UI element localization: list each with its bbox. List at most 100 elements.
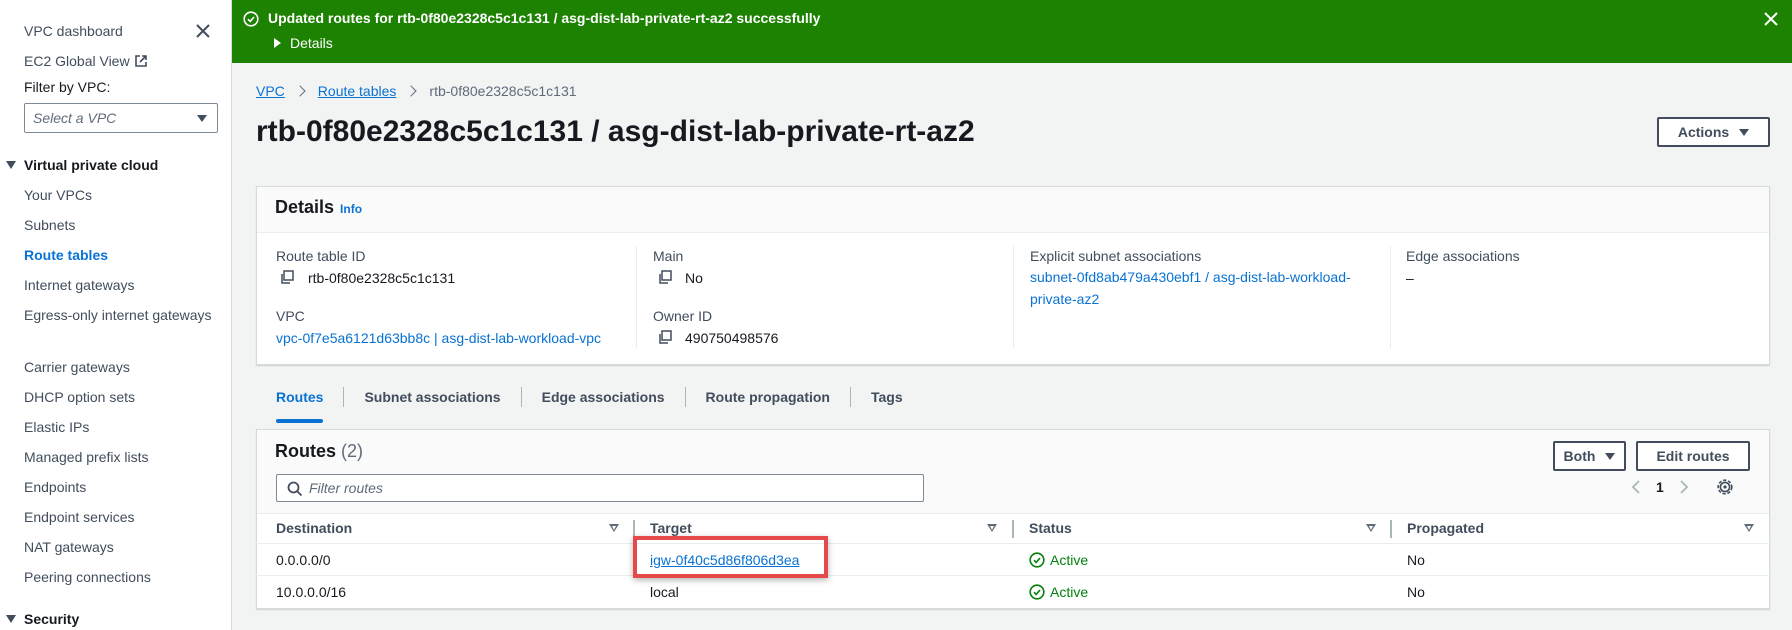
close-icon[interactable] (192, 20, 214, 42)
main-label: Main (653, 248, 684, 264)
route-table-id-value: rtb-0f80e2328c5c1c131 (308, 270, 456, 286)
tab-tags[interactable]: Tags (851, 380, 923, 414)
nav-egress-only-internet-gateways[interactable]: Egress-only internet gateways (24, 304, 214, 326)
actions-button-label: Actions (1677, 124, 1730, 140)
edit-routes-button[interactable]: Edit routes (1636, 441, 1750, 471)
settings-gear-icon[interactable] (1716, 478, 1734, 496)
caret-right-icon (274, 38, 281, 48)
chevron-right-icon[interactable] (1678, 479, 1690, 495)
sort-icon[interactable] (987, 524, 997, 532)
column-header-status[interactable]: Status (1029, 519, 1072, 537)
breadcrumb-vpc[interactable]: VPC (256, 82, 285, 100)
route-filter-dropdown-label: Both (1563, 448, 1596, 464)
cell-status-label: Active (1050, 584, 1089, 600)
cell-target-link[interactable]: igw-0f40c5d86f806d3ea (650, 551, 799, 569)
vpc-filter-select[interactable]: Select a VPC (24, 103, 218, 133)
details-title: Details (275, 197, 335, 217)
nav-vpc-dashboard[interactable]: VPC dashboard (24, 20, 123, 42)
cell-destination: 10.0.0.0/16 (276, 584, 347, 600)
filter-routes-input[interactable] (309, 475, 909, 501)
page-title: rtb-0f80e2328c5c1c131 / asg-dist-lab-pri… (256, 115, 975, 148)
chevron-left-icon[interactable] (1630, 479, 1642, 495)
column-header-target[interactable]: Target (650, 519, 692, 537)
cell-destination: 0.0.0.0/0 (276, 552, 331, 568)
nav-carrier-gateways[interactable]: Carrier gateways (24, 356, 130, 378)
caret-down-icon (197, 115, 207, 122)
details-heading: Details Info (275, 197, 362, 218)
cell-status: Active (1029, 583, 1088, 601)
edge-associations-label: Edge associations (1406, 248, 1520, 264)
nav-ec2-global-view[interactable]: EC2 Global View (24, 50, 148, 72)
route-table-id-label: Route table ID (276, 248, 366, 264)
chevron-right-icon (405, 85, 418, 97)
cell-propagated: No (1407, 552, 1425, 568)
success-flash-banner: Updated routes for rtb-0f80e2328c5c1c131… (232, 0, 1792, 63)
sort-icon[interactable] (1366, 524, 1376, 532)
close-icon[interactable] (1762, 10, 1780, 28)
sort-icon[interactable] (1744, 524, 1754, 532)
nav-elastic-ips[interactable]: Elastic IPs (24, 416, 89, 438)
column-header-destination[interactable]: Destination (276, 519, 352, 537)
pagination: 1 (1630, 478, 1734, 496)
flash-message: Updated routes for rtb-0f80e2328c5c1c131… (268, 10, 821, 26)
nav-section-virtual-private-cloud[interactable]: Virtual private cloud (6, 154, 158, 176)
column-resizer[interactable] (1390, 520, 1392, 538)
tab-subnet-associations[interactable]: Subnet associations (344, 380, 520, 414)
nav-dhcp-option-sets[interactable]: DHCP option sets (24, 386, 135, 408)
cell-status: Active (1029, 551, 1088, 569)
owner-id-label: Owner ID (653, 308, 713, 324)
status-success-icon (1029, 584, 1045, 600)
explicit-subnet-association-link[interactable]: subnet-0fd8ab479a430ebf1 / asg-dist-lab-… (1030, 266, 1375, 310)
nav-section-label: Security (24, 611, 80, 627)
tab-routes[interactable]: Routes (256, 380, 343, 423)
status-success-icon (1029, 552, 1045, 568)
nav-your-vpcs[interactable]: Your VPCs (24, 184, 92, 206)
copy-icon[interactable] (280, 270, 294, 284)
row-divider (256, 543, 1770, 544)
route-filter-dropdown[interactable]: Both (1553, 441, 1626, 471)
sort-icon[interactable] (609, 524, 619, 532)
routes-heading: Routes (2) (275, 441, 363, 462)
nav-subnets[interactable]: Subnets (24, 214, 75, 236)
filter-by-vpc-label: Filter by VPC: (24, 79, 111, 95)
details-panel-header (257, 187, 1769, 233)
nav-ec2-global-view-label: EC2 Global View (24, 53, 130, 69)
caret-down-icon (6, 161, 16, 169)
nav-endpoint-services[interactable]: Endpoint services (24, 506, 135, 528)
main-value: No (685, 270, 703, 286)
breadcrumb-route-tables[interactable]: Route tables (318, 82, 397, 100)
info-link[interactable]: Info (340, 202, 362, 216)
copy-icon[interactable] (658, 270, 672, 284)
column-divider (1013, 246, 1014, 348)
page-number[interactable]: 1 (1656, 479, 1664, 495)
vpc-filter-placeholder: Select a VPC (33, 110, 117, 126)
flash-details-toggle[interactable]: Details (274, 34, 333, 52)
nav-section-security[interactable]: Security (6, 608, 79, 630)
nav-section-label: Virtual private cloud (24, 157, 159, 173)
column-divider (1390, 246, 1391, 348)
tab-edge-associations[interactable]: Edge associations (522, 380, 685, 414)
copy-icon[interactable] (658, 330, 672, 344)
caret-down-icon (1739, 129, 1750, 136)
routes-panel (256, 429, 1770, 609)
nav-peering-connections[interactable]: Peering connections (24, 566, 151, 588)
search-icon (287, 481, 303, 497)
tab-bar: Routes Subnet associations Edge associat… (256, 380, 1770, 423)
column-resizer[interactable] (633, 520, 635, 538)
nav-route-tables[interactable]: Route tables (24, 244, 108, 266)
nav-nat-gateways[interactable]: NAT gateways (24, 536, 114, 558)
column-header-propagated[interactable]: Propagated (1407, 519, 1484, 537)
column-resizer[interactable] (1012, 520, 1014, 538)
actions-button[interactable]: Actions (1657, 117, 1770, 147)
cell-status-label: Active (1050, 552, 1089, 568)
external-link-icon (134, 55, 147, 67)
nav-managed-prefix-lists[interactable]: Managed prefix lists (24, 446, 149, 468)
filter-routes-field[interactable] (276, 474, 924, 502)
vpc-link[interactable]: vpc-0f7e5a6121d63bb8c | asg-dist-lab-wor… (276, 327, 601, 349)
nav-endpoints[interactable]: Endpoints (24, 476, 86, 498)
routes-count: (2) (341, 441, 364, 461)
caret-down-icon (6, 615, 16, 623)
nav-internet-gateways[interactable]: Internet gateways (24, 274, 135, 296)
owner-id-value: 490750498576 (685, 330, 779, 346)
tab-route-propagation[interactable]: Route propagation (686, 380, 850, 414)
